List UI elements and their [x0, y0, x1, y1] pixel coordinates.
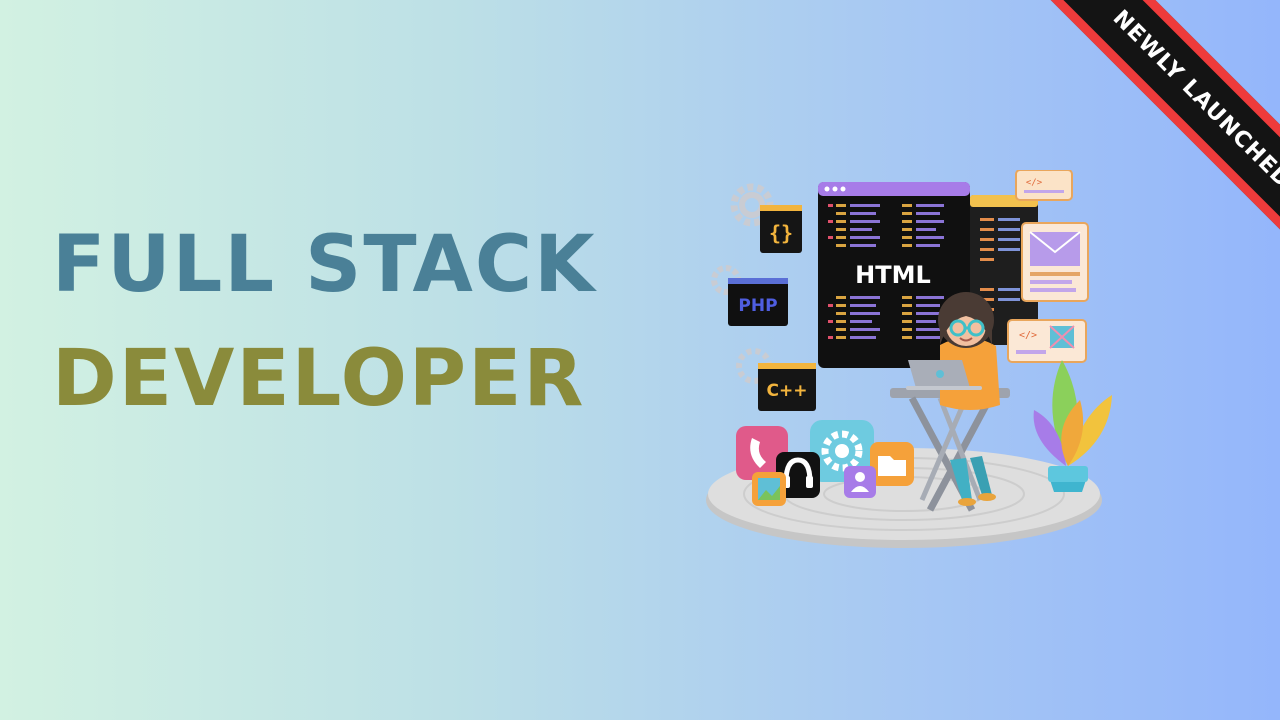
- cpp-badge: C++: [758, 363, 816, 411]
- folder-app-icon: [870, 442, 914, 486]
- image-app-icon: [752, 472, 786, 506]
- title-line-1: FULL STACK: [52, 220, 597, 310]
- media-card: </>: [1007, 319, 1087, 363]
- developer-illustration: HTML {} PHP C++ </> </>: [706, 170, 1112, 548]
- user-app-icon: [844, 466, 876, 498]
- braces-label: {}: [769, 221, 793, 245]
- html-label: HTML: [855, 261, 931, 289]
- code-tag-label-2: </>: [1019, 330, 1037, 341]
- braces-badge: {}: [760, 205, 802, 253]
- title-line-2: DEVELOPER: [52, 334, 586, 424]
- php-label: PHP: [738, 296, 777, 316]
- code-tag-label: </>: [1026, 178, 1043, 188]
- ribbon-label: NEWLY LAUNCHED: [1108, 5, 1280, 193]
- php-badge: PHP: [728, 278, 788, 326]
- code-card: </>: [1015, 170, 1073, 201]
- cpp-label: C++: [767, 381, 808, 401]
- layout-card: [1021, 222, 1089, 302]
